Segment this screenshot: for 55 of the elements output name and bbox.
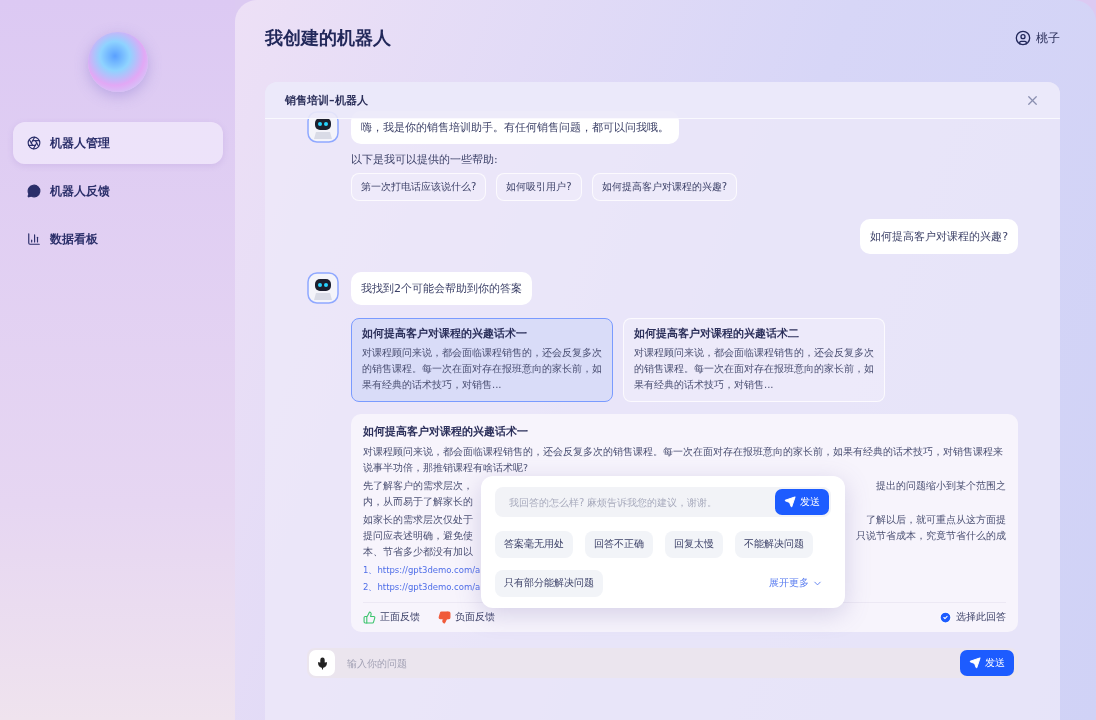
positive-feedback-button[interactable]: 正面反馈 — [363, 610, 420, 624]
page-title: 我创建的机器人 — [265, 26, 391, 50]
answer-text: 只说节省成本，究竟节省什么的成 — [856, 529, 1006, 543]
user-menu[interactable]: 桃子 — [1015, 29, 1060, 47]
thumbs-down-icon — [438, 610, 451, 624]
thumbs-up-icon — [363, 610, 376, 624]
answer-option-card[interactable]: 如何提高客户对课程的兴趣话术二 对课程顾问来说，都会面临课程销售的，还会反复多次的销售课程。每一次在面对存在报班意向的家长前，如果有经典的话术技巧，对销售... — [623, 318, 885, 402]
answer-text: 如家长的需求层次仅处于 — [363, 513, 473, 527]
choose-answer-button[interactable]: 选择此回答 — [939, 610, 1006, 624]
answer-option-card[interactable]: 如何提高客户对课程的兴趣话术一 对课程顾问来说，都会面临课程销售的，还会反复多次的销售课程。每一次在面对存在报班意向的家长前，如果有经典的话术技巧，对销售... — [351, 318, 613, 402]
option-snippet: 对课程顾问来说，都会面临课程销售的，还会反复多次的销售课程。每一次在面对存在报班意向的家长前，如果有经典的话术技巧，对销售... — [634, 346, 874, 392]
answer-title: 如何提高客户对课程的兴趣话术一 — [363, 424, 529, 439]
option-snippet: 对课程顾问来说，都会面临课程销售的，还会反复多次的销售课程。每一次在面对存在报班意向的家长前，如果有经典的话术技巧，对销售... — [362, 346, 602, 392]
sidebar-item[interactable]: 数据看板 — [12, 218, 223, 260]
answer-paragraph: 对课程顾问来说，都会面临课程销售的，还会反复多次的销售课程。每一次在面对存在报班意向的家长前，如果有经典的话术技巧，对销售课程来说事半功倍，那推销课程有啥话术呢? — [363, 445, 1004, 475]
mic-icon — [315, 656, 329, 670]
user-icon — [1015, 30, 1031, 46]
expand-more-link[interactable]: 展开更多 — [769, 576, 823, 590]
feedback-tag[interactable]: 不能解决问题 — [735, 531, 813, 558]
bot-message: 我找到2个可能会帮助到你的答案 — [351, 272, 532, 305]
reference-link[interactable]: 1、https://gpt3demo.com/a — [363, 565, 481, 577]
answer-text: 了解以后，就可重点从这方面提 — [866, 513, 1006, 527]
mic-button[interactable] — [309, 650, 335, 676]
reference-link[interactable]: 2、https://gpt3demo.com/a — [363, 582, 481, 594]
send-button[interactable]: 发送 — [775, 489, 829, 515]
option-title: 如何提高客户对课程的兴趣话术一 — [362, 327, 528, 341]
answer-text: 提出的问题缩小到某个范围之 — [876, 479, 1006, 493]
answer-text: 先了解客户的需求层次， — [363, 479, 473, 493]
robot-avatar-icon — [307, 272, 339, 304]
help-intro: 以下是我可以提供的一些帮助: — [351, 152, 499, 167]
sidebar-item[interactable]: 机器人管理 — [12, 122, 223, 164]
sidebar-item[interactable]: 机器人反馈 — [12, 170, 223, 212]
option-title: 如何提高客户对课程的兴趣话术二 — [634, 327, 800, 341]
answer-text: 内，从而易于了解家长的 — [363, 495, 473, 509]
feedback-tag[interactable]: 回答不正确 — [585, 531, 653, 558]
send-icon — [969, 657, 981, 669]
suggestion-chip[interactable]: 如何吸引用户? — [496, 173, 582, 201]
logo-orb-icon — [87, 32, 148, 92]
answer-text: 本、节省多少都没有加以 — [363, 545, 473, 559]
negative-feedback-button[interactable]: 负面反馈 — [438, 610, 495, 624]
aperture-icon — [26, 136, 41, 150]
chat-bubble-icon — [26, 184, 41, 198]
answer-text: 提问应表述明确，避免使 — [363, 529, 473, 543]
user-message: 如何提高客户对课程的兴趣? — [860, 219, 1018, 254]
chart-icon — [26, 232, 41, 246]
feedback-field[interactable]: 我回答的怎么样? 麻烦告诉我您的建议，谢谢。 发送 — [495, 487, 831, 517]
chat-title: 销售培训–机器人 — [285, 92, 368, 108]
feedback-tag[interactable]: 回复太慢 — [665, 531, 723, 558]
feedback-tag[interactable]: 答案毫无用处 — [495, 531, 573, 558]
feedback-tag[interactable]: 只有部分能解决问题 — [495, 570, 603, 597]
suggestion-chip[interactable]: 第一次打电话应该说什么? — [351, 173, 487, 201]
send-button[interactable]: 发送 — [960, 650, 1014, 676]
send-icon — [784, 496, 796, 508]
suggestion-chip[interactable]: 如何提高客户对课程的兴趣? — [591, 173, 737, 201]
question-field[interactable]: 输入你的问题 发送 — [307, 648, 1018, 678]
